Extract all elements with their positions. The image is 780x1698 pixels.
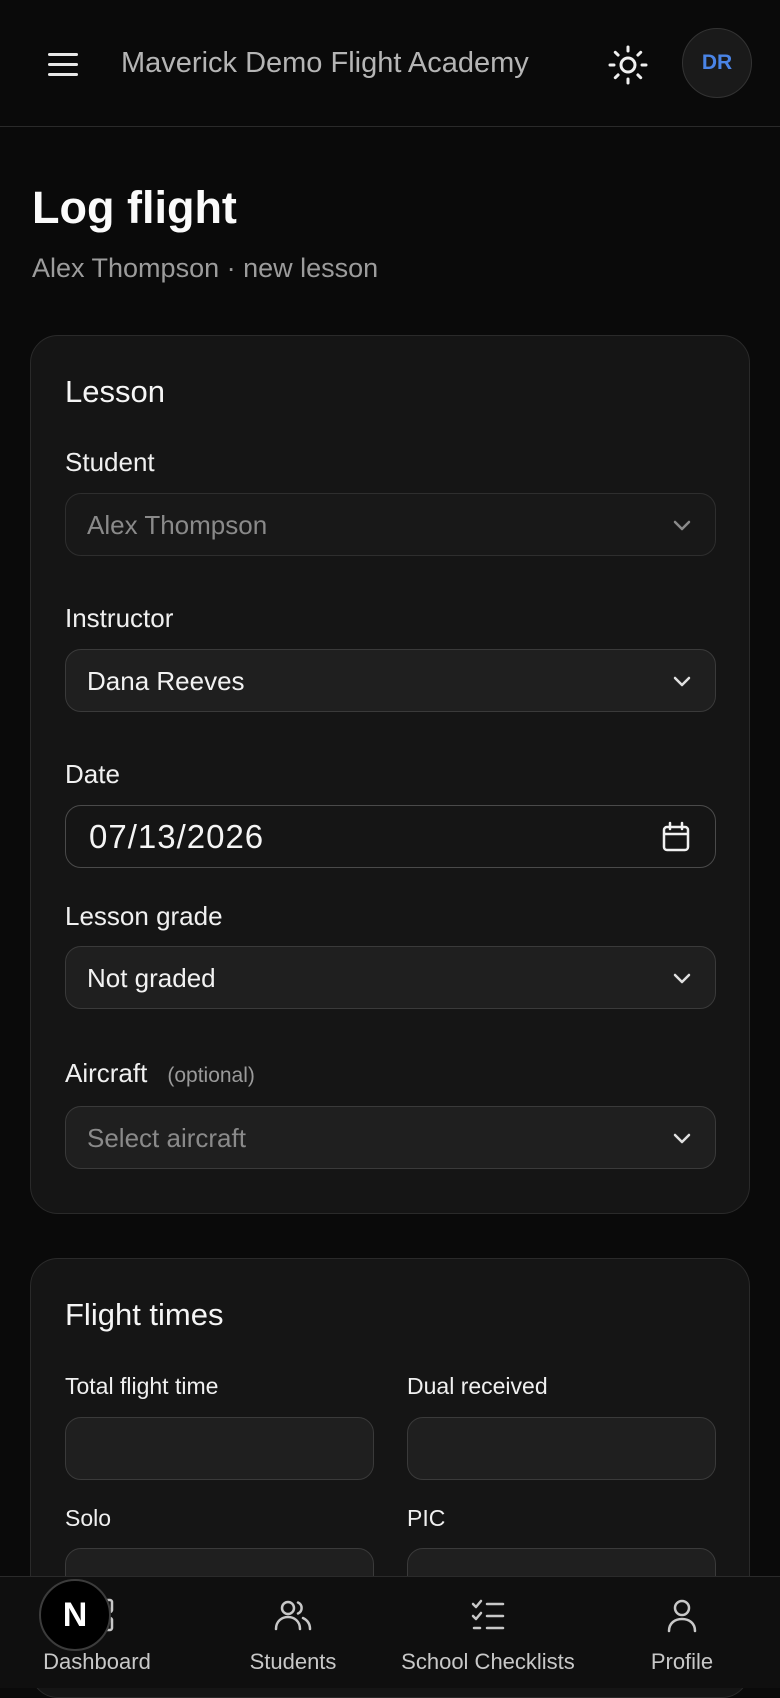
flight-times-card-title: Flight times [65, 1297, 224, 1332]
top-app-bar: Maverick Demo Flight Academy DR [0, 0, 780, 127]
aircraft-select[interactable]: Select aircraft [65, 1106, 716, 1169]
chevron-down-icon [673, 1133, 691, 1144]
profile-icon [667, 1599, 697, 1633]
bottom-navigation: Dashboard Students School Checklists Pro… [0, 1576, 780, 1688]
aircraft-label-text: Aircraft [65, 1058, 148, 1088]
lesson-grade-select[interactable]: Not graded [65, 946, 716, 1009]
solo-label: Solo [65, 1505, 112, 1531]
lesson-grade-value: Not graded [87, 963, 216, 993]
date-input-value: 07/13/2026 [89, 818, 265, 855]
total-flight-time-label: Total flight time [65, 1373, 219, 1399]
checklist-icon [471, 1599, 505, 1630]
date-label: Date [65, 759, 120, 789]
nav-school-checklists-label: School Checklists [401, 1649, 575, 1674]
hamburger-menu-icon[interactable] [44, 48, 84, 82]
student-select: Alex Thompson [65, 493, 716, 556]
dev-indicator-badge[interactable]: N [39, 1579, 111, 1651]
instructor-select-value: Dana Reeves [87, 666, 245, 696]
aircraft-label: Aircraft (optional) [65, 1058, 255, 1089]
nav-profile-label: Profile [650, 1649, 714, 1674]
lesson-card: Lesson Student Alex Thompson Instructor … [30, 335, 750, 1214]
nav-students[interactable]: Students [198, 1577, 388, 1689]
sun-icon[interactable] [607, 44, 649, 86]
nav-students-label: Students [249, 1649, 337, 1674]
students-icon [274, 1600, 312, 1631]
app-title: Maverick Demo Flight Academy [121, 47, 529, 79]
pic-label: PIC [407, 1505, 446, 1531]
student-select-value: Alex Thompson [87, 510, 268, 540]
dual-received-input[interactable] [407, 1417, 716, 1480]
aircraft-select-placeholder: Select aircraft [87, 1123, 246, 1153]
chevron-down-icon [673, 973, 691, 984]
lesson-card-title: Lesson [65, 374, 165, 409]
student-label: Student [65, 447, 155, 477]
page-subtitle: Alex Thompson · new lesson [32, 253, 379, 283]
page-title: Log flight [32, 182, 237, 233]
chevron-down-icon [673, 520, 691, 531]
nav-school-checklists[interactable]: School Checklists [393, 1577, 583, 1689]
instructor-label: Instructor [65, 603, 174, 633]
lesson-grade-label: Lesson grade [65, 901, 223, 931]
nav-profile[interactable]: Profile [587, 1577, 777, 1689]
dual-received-label: Dual received [407, 1373, 548, 1399]
nav-dashboard-label: Dashboard [43, 1649, 151, 1674]
chevron-down-icon [673, 676, 691, 687]
calendar-icon[interactable] [661, 821, 691, 853]
optional-hint: (optional) [167, 1064, 255, 1087]
instructor-select[interactable]: Dana Reeves [65, 649, 716, 712]
total-flight-time-input[interactable] [65, 1417, 374, 1480]
date-input[interactable]: 07/13/2026 [65, 805, 716, 868]
user-avatar[interactable]: DR [682, 28, 752, 98]
